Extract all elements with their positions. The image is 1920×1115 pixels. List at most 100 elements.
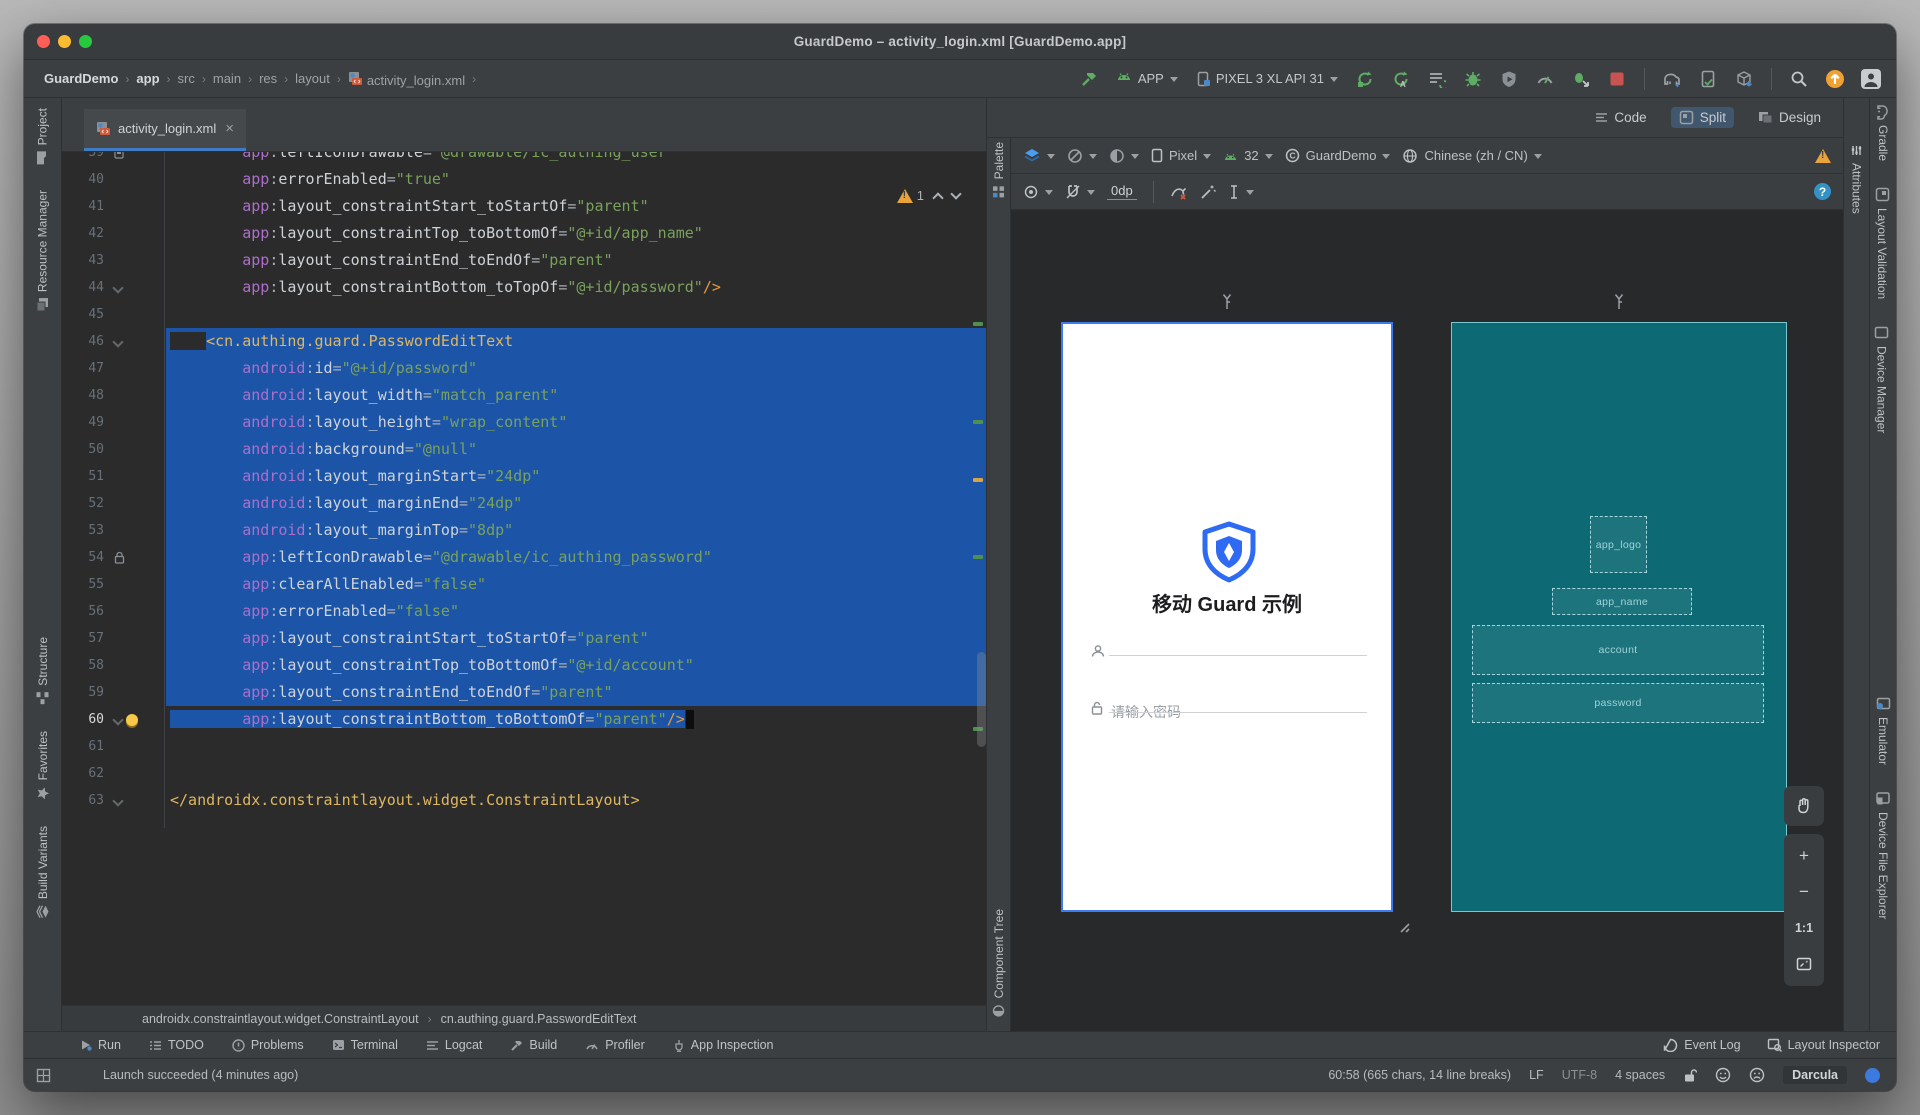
gradle-sync-button[interactable] (1659, 67, 1685, 91)
tool-window-build[interactable]: Build (510, 1038, 557, 1052)
code-line-42[interactable]: 42 app:layout_constraintTop_toBottomOf="… (62, 220, 986, 247)
code-line-41[interactable]: 41 app:layout_constraintStart_toStartOf=… (62, 193, 986, 220)
blueprint-preview[interactable]: app_logo app_nameaccount password (1451, 322, 1787, 912)
attach-debugger-button[interactable] (1568, 67, 1594, 91)
file-encoding[interactable]: UTF-8 (1562, 1068, 1597, 1082)
code-line-44[interactable]: 44 app:layout_constraintBottom_toTopOf="… (62, 274, 986, 301)
path-crumb[interactable]: androidx.constraintlayout.widget.Constra… (142, 1012, 419, 1026)
close-button[interactable] (37, 35, 50, 48)
apply-code-changes-button[interactable]: A (1388, 67, 1414, 91)
code-line-48[interactable]: 48 android:layout_width="match_parent" (62, 382, 986, 409)
code-line-57[interactable]: 57 app:layout_constraintStart_toStartOf=… (62, 625, 986, 652)
code-line-54[interactable]: 54 app:leftIconDrawable="@drawable/ic_au… (62, 544, 986, 571)
resize-handle[interactable] (1395, 918, 1411, 934)
code-line-58[interactable]: 58 app:layout_constraintTop_toBottomOf="… (62, 652, 986, 679)
prev-warning-icon[interactable] (932, 191, 944, 204)
zoom-fit-button[interactable] (1784, 946, 1824, 982)
zoom-actual-button[interactable]: 1:1 (1784, 910, 1824, 946)
breadcrumb-item[interactable]: GuardDemo (44, 71, 118, 86)
breadcrumb-item[interactable]: res (259, 71, 277, 86)
profile-avatar[interactable] (1858, 67, 1884, 91)
device-select[interactable]: PIXEL 3 XL API 31 (1192, 69, 1342, 89)
code-line-43[interactable]: 43 app:layout_constraintEnd_toEndOf="par… (62, 247, 986, 274)
frown-icon[interactable] (1749, 1067, 1765, 1083)
tool-window-profiler[interactable]: Profiler (585, 1038, 645, 1052)
code-line-55[interactable]: 55 app:clearAllEnabled="false" (62, 571, 986, 598)
design-preview[interactable]: 移动 Guard 示例 请输入密码 (1061, 322, 1393, 912)
locale-select[interactable]: Chinese (zh / CN) (1402, 148, 1542, 164)
code-line-51[interactable]: 51 android:layout_marginStart="24dp" (62, 463, 986, 490)
tab-palette[interactable]: Palette (992, 142, 1006, 198)
tool-window-run[interactable]: Run (80, 1038, 121, 1052)
mode-split[interactable]: Split (1670, 107, 1734, 128)
tab-attributes[interactable]: Attributes (1850, 144, 1864, 214)
sidebar-item-device-manager[interactable]: Device Manager (1875, 325, 1889, 434)
inspection-widget[interactable]: 1 (896, 187, 962, 204)
orientation-select[interactable] (1067, 148, 1097, 164)
attach-profiler-icon[interactable] (1496, 67, 1522, 91)
profiler-button[interactable] (1532, 67, 1558, 91)
tab-component-tree[interactable]: Component Tree (992, 909, 1006, 1017)
breadcrumb-item[interactable]: src (178, 71, 195, 86)
breadcrumb-item[interactable]: main (213, 71, 241, 86)
code-line-45[interactable]: 45 (62, 301, 986, 328)
unlock-icon[interactable] (1683, 1068, 1698, 1083)
tool-window-logcat[interactable]: Logcat (426, 1038, 482, 1052)
code-line-50[interactable]: 50 android:background="@null" (62, 436, 986, 463)
apply-changes-button[interactable] (1352, 67, 1378, 91)
pack-select[interactable] (1228, 184, 1254, 200)
code-line-49[interactable]: 49 android:layout_height="wrap_content" (62, 409, 986, 436)
blueprint-box-account[interactable]: account (1472, 625, 1764, 675)
mode-code[interactable]: Code (1587, 107, 1654, 128)
breadcrumb-item[interactable]: app (136, 71, 159, 86)
next-warning-icon[interactable] (950, 187, 962, 200)
tool-window-layout-inspector[interactable]: Layout Inspector (1767, 1038, 1880, 1052)
code-line-60[interactable]: 60 app:layout_constraintBottom_toBottomO… (62, 706, 986, 733)
help-button[interactable]: ? (1814, 183, 1831, 200)
code-line-52[interactable]: 52 android:layout_marginEnd="24dp" (62, 490, 986, 517)
sdk-manager-button[interactable] (1731, 67, 1757, 91)
caret-position[interactable]: 60:58 (665 chars, 14 line breaks) (1328, 1068, 1511, 1082)
breadcrumb-item[interactable]: layout (295, 71, 330, 86)
blueprint-box-app_name[interactable]: app_name (1552, 588, 1692, 615)
code-line-59[interactable]: 59 app:layout_constraintEnd_toEndOf="par… (62, 679, 986, 706)
sidebar-item-resource-manager[interactable]: Resource Manager (35, 190, 50, 312)
tool-window-problems[interactable]: Problems (232, 1038, 304, 1052)
editor-scrollbar[interactable] (977, 652, 986, 747)
code-line-47[interactable]: 47 android:id="@+id/password" (62, 355, 986, 382)
debug-button[interactable] (1460, 67, 1486, 91)
code-line-56[interactable]: 56 app:errorEnabled="false" (62, 598, 986, 625)
night-mode-select[interactable] (1109, 148, 1139, 164)
stop-button[interactable] (1604, 67, 1630, 91)
code-line-53[interactable]: 53 android:layout_marginTop="8dp" (62, 517, 986, 544)
fold-marker-icon[interactable] (112, 713, 124, 726)
view-options-select[interactable] (1023, 185, 1053, 199)
blueprint-box-app_logo[interactable]: app_logo (1590, 516, 1647, 573)
upgrade-assistant-icon[interactable] (1822, 67, 1848, 91)
api-level-select[interactable]: 32 (1223, 148, 1273, 163)
zoom-out-button[interactable]: − (1784, 874, 1824, 910)
sidebar-item-emulator[interactable]: Emulator (1876, 696, 1890, 765)
line-separator[interactable]: LF (1529, 1068, 1544, 1082)
code-line-39[interactable]: 39 app:leftIconDrawable="@drawable/ic_au… (62, 152, 986, 166)
minimize-button[interactable] (58, 35, 71, 48)
design-canvas[interactable]: 移动 Guard 示例 请输入密码 app_logo app_name acco… (1011, 210, 1843, 1031)
sidebar-item-device-file-explorer[interactable]: Device File Explorer (1876, 791, 1890, 919)
zoom-in-button[interactable]: + (1784, 838, 1824, 874)
default-margin-select[interactable]: 0dp (1107, 183, 1137, 200)
search-icon[interactable] (1786, 67, 1812, 91)
sidebar-item-project[interactable]: Project (35, 108, 50, 165)
render-warning-icon[interactable] (1815, 148, 1831, 163)
breadcrumb-item[interactable]: activity_login.xml (348, 70, 465, 88)
sidebar-item-build-variants[interactable]: Build Variants (36, 826, 50, 919)
infer-constraints-button[interactable] (1200, 184, 1216, 200)
sidebar-item-structure[interactable]: Structure (36, 637, 50, 705)
fold-marker-icon[interactable] (112, 281, 124, 294)
sidebar-item-layout-validation[interactable]: Layout Validation (1875, 187, 1890, 299)
smiley-icon[interactable] (1715, 1067, 1731, 1083)
zoom-button[interactable] (79, 35, 92, 48)
code-line-46[interactable]: 46 <cn.authing.guard.PasswordEditText (62, 328, 986, 355)
blueprint-box-password[interactable]: password (1472, 683, 1764, 723)
pan-button[interactable] (1784, 786, 1824, 826)
tool-window-event-log[interactable]: Event Log (1663, 1038, 1741, 1052)
